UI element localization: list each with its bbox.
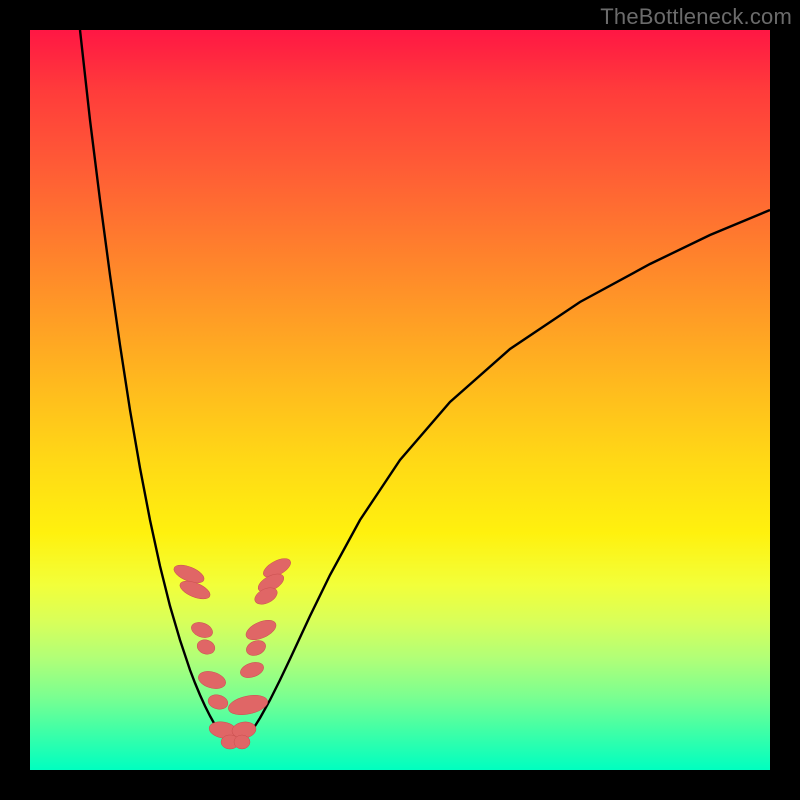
curve-right [245, 210, 770, 740]
plot-frame [30, 30, 770, 770]
beads-group [172, 555, 294, 749]
bead-left-3 [195, 638, 216, 657]
chart-svg [30, 30, 770, 770]
bead-right-3 [243, 616, 279, 644]
watermark-text: TheBottleneck.com [600, 4, 792, 30]
bead-right-5 [238, 660, 265, 681]
bead-right-4 [244, 638, 268, 658]
bead-left-5 [207, 693, 230, 711]
bead-left-2 [189, 620, 214, 641]
bead-bottom-1 [234, 735, 250, 749]
bead-left-4 [196, 668, 227, 691]
